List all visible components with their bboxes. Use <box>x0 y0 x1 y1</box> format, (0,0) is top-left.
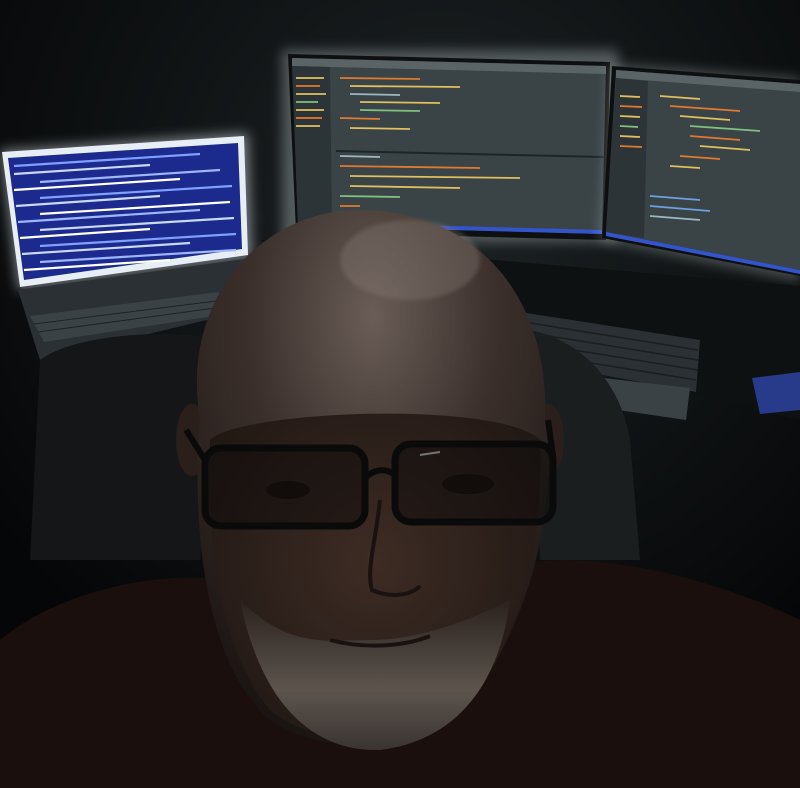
right-eye <box>442 474 494 494</box>
left-eye <box>266 481 310 499</box>
photo-scene <box>0 0 800 788</box>
center-monitor-sidebar <box>292 66 332 226</box>
blue-object <box>752 372 800 414</box>
center-monitor-screen <box>292 58 606 234</box>
head-highlight <box>340 220 480 300</box>
photo-canvas <box>0 0 800 788</box>
